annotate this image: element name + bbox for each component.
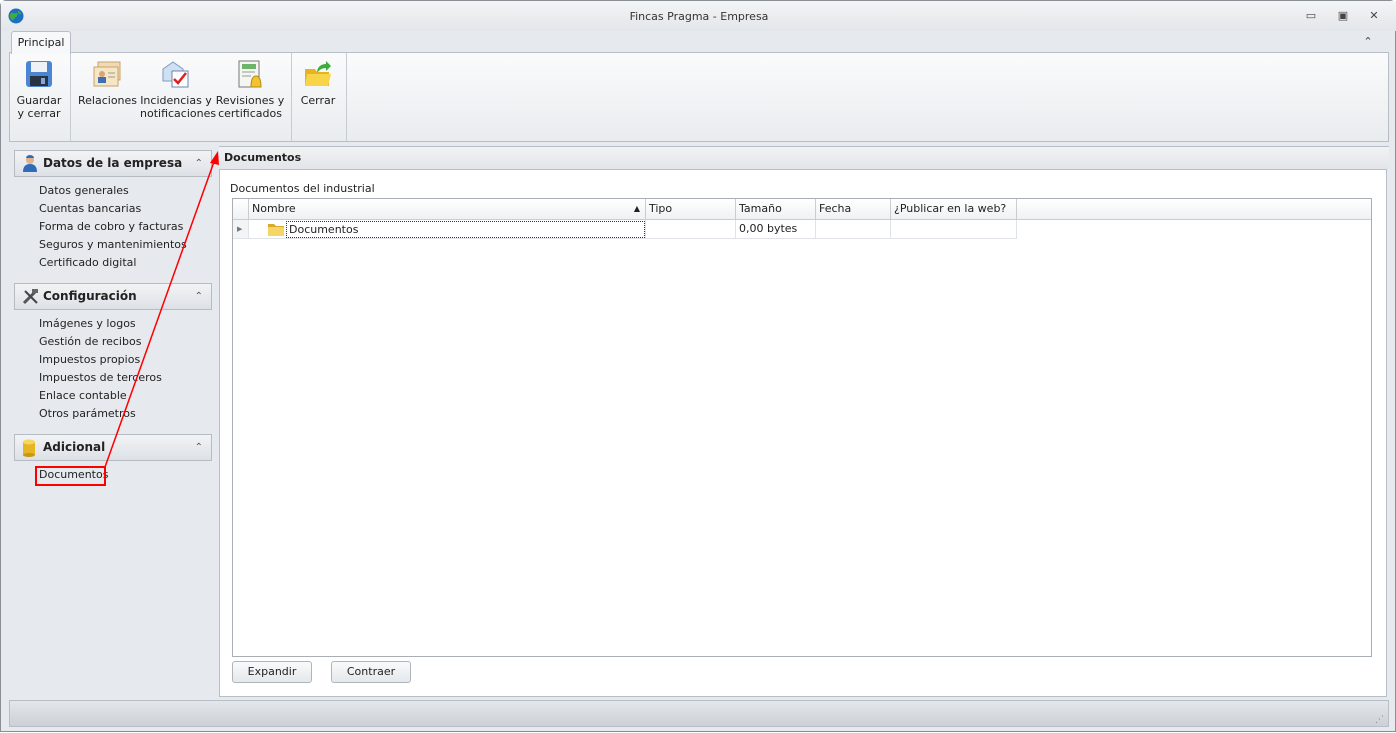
sidebar-item-forma-cobro[interactable]: Forma de cobro y facturas: [39, 220, 183, 233]
button-label: Cerrar: [300, 94, 336, 107]
chevron-up-icon[interactable]: ⌃: [195, 435, 203, 460]
button-label: certificados: [218, 107, 282, 120]
collapse-button[interactable]: Contraer: [331, 661, 411, 683]
sidebar-item-cuentas-bancarias[interactable]: Cuentas bancarias: [39, 202, 141, 215]
sidebar-item-impuestos-terceros[interactable]: Impuestos de terceros: [39, 371, 162, 384]
save-and-close-button[interactable]: Guardar y cerrar: [14, 57, 64, 139]
tab-principal[interactable]: Principal: [11, 31, 71, 54]
relaciones-button[interactable]: Relaciones: [78, 57, 138, 139]
column-header-tipo[interactable]: Tipo: [646, 199, 736, 220]
cell-tamano: 0,00 bytes: [736, 220, 816, 239]
ribbon: Guardar y cerrar Relaciones Incidencias …: [9, 52, 1389, 142]
resize-grip-icon[interactable]: ⋰: [1375, 715, 1384, 725]
sidebar-item-impuestos-propios[interactable]: Impuestos propios: [39, 353, 140, 366]
notification-check-icon: [162, 61, 189, 88]
button-label: notificaciones: [140, 107, 217, 120]
folder-icon: [268, 224, 284, 236]
content-header: Documentos: [219, 146, 1389, 169]
sidebar-item-seguros[interactable]: Seguros y mantenimientos: [39, 238, 187, 251]
title-bar: Fincas Pragma - Empresa ▭ ▣ ✕: [1, 1, 1396, 31]
group-header-datos-empresa[interactable]: Datos de la empresa ⌃: [14, 150, 212, 177]
sidebar-item-certificado-digital[interactable]: Certificado digital: [39, 256, 136, 269]
group-title: Configuración: [43, 289, 137, 303]
chevron-up-icon[interactable]: ⌃: [195, 151, 203, 176]
sidebar-item-enlace-contable[interactable]: Enlace contable: [39, 389, 127, 402]
cell-tipo: [646, 220, 736, 239]
close-button[interactable]: ✕: [1363, 7, 1385, 25]
status-bar: ⋰: [9, 700, 1389, 727]
minimize-button[interactable]: ▭: [1300, 7, 1322, 25]
window-title: Fincas Pragma - Empresa: [629, 10, 769, 23]
column-header-filler: [1017, 199, 1371, 220]
group-title: Adicional: [43, 440, 106, 454]
page-title: Documentos: [224, 151, 302, 164]
column-header-publicar[interactable]: ¿Publicar en la web?: [891, 199, 1017, 220]
group-header-configuracion[interactable]: Configuración ⌃: [14, 283, 212, 310]
group-title: Datos de la empresa: [43, 156, 183, 170]
button-label: y cerrar: [17, 107, 61, 120]
cell-nombre: Documentos: [286, 221, 645, 238]
sidebar-item-imagenes[interactable]: Imágenes y logos: [39, 317, 136, 330]
restore-button[interactable]: ▣: [1332, 7, 1354, 25]
section-label: Documentos del industrial: [230, 182, 375, 195]
button-label: Incidencias y: [140, 94, 212, 107]
group-header-adicional[interactable]: Adicional ⌃: [14, 434, 212, 461]
chevron-up-icon[interactable]: ⌃: [195, 284, 203, 309]
save-icon: [26, 61, 52, 87]
incidencias-button[interactable]: Incidencias y notificaciones: [140, 57, 217, 139]
column-header-nombre[interactable]: Nombre ▲: [249, 199, 646, 220]
table-row[interactable]: Documentos: [249, 220, 646, 239]
navigation-sidebar: Datos de la empresa ⌃ Datos generales Cue…: [9, 146, 218, 698]
ledger-bell-icon: [238, 60, 262, 88]
contacts-icon: [93, 61, 121, 87]
user-icon: [23, 155, 37, 172]
sidebar-item-recibos[interactable]: Gestión de recibos: [39, 335, 141, 348]
ribbon-separator: [70, 53, 71, 141]
column-label: Nombre: [252, 202, 296, 215]
ribbon-separator: [291, 53, 292, 141]
folder-exit-icon: [305, 61, 331, 86]
sidebar-item-datos-generales[interactable]: Datos generales: [39, 184, 129, 197]
button-label: Relaciones: [78, 94, 138, 107]
tools-icon: [22, 289, 38, 305]
button-label: Guardar: [16, 94, 62, 107]
sort-ascending-icon: ▲: [633, 204, 640, 213]
column-header-tamano[interactable]: Tamaño: [736, 199, 816, 220]
annotation-highlight-box: [35, 466, 106, 486]
cerrar-button[interactable]: Cerrar: [294, 57, 342, 139]
documents-grid: Nombre ▲ Tipo Tamaño Fecha ¿Publicar en l…: [232, 198, 1372, 657]
row-indicator-header: [233, 199, 249, 220]
revisiones-button[interactable]: Revisiones y certificados: [215, 57, 285, 139]
database-icon: [23, 439, 35, 457]
button-label: Revisiones y: [215, 94, 285, 107]
expand-button[interactable]: Expandir: [232, 661, 312, 683]
column-header-fecha[interactable]: Fecha: [816, 199, 891, 220]
application-window: Fincas Pragma - Empresa ▭ ▣ ✕ ⌃ Principa…: [0, 0, 1396, 732]
cell-publicar: [891, 220, 1017, 239]
ribbon-separator: [346, 53, 347, 141]
collapse-ribbon-button[interactable]: ⌃: [1357, 33, 1379, 51]
expand-row-icon[interactable]: ▶: [233, 220, 249, 239]
sidebar-item-otros-parametros[interactable]: Otros parámetros: [39, 407, 136, 420]
cell-fecha: [816, 220, 891, 239]
